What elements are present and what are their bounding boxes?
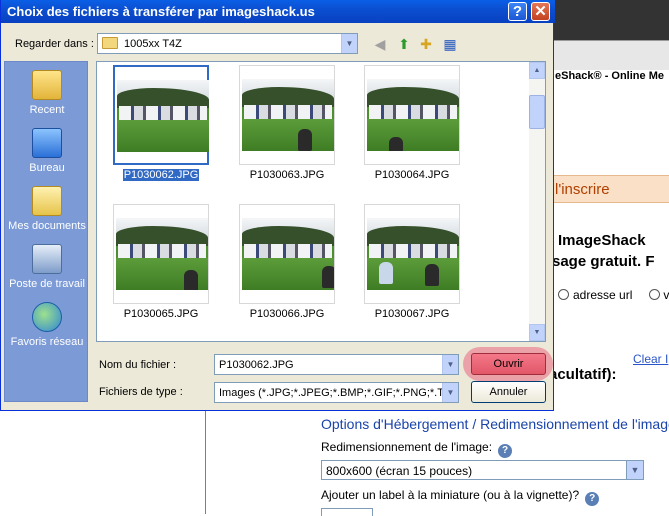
radio-button[interactable] — [558, 289, 569, 300]
folder-icon — [102, 37, 118, 49]
file-item[interactable]: P1030065.JPG — [113, 204, 209, 324]
file-name-input[interactable]: P1030062.JPG ▼ — [214, 354, 459, 375]
thumbnail-image — [364, 204, 460, 304]
page-nav-strip — [550, 40, 669, 70]
chevron-down-icon[interactable]: ▼ — [442, 383, 458, 402]
look-in-label: Regarder dans : — [15, 38, 94, 50]
question-icon[interactable]: ? — [498, 444, 513, 458]
file-name: P1030067.JPG — [374, 308, 450, 320]
vertical-scrollbar[interactable]: ▲ ▼ — [529, 62, 545, 341]
resize-select[interactable]: 800x600 (écran 15 pouces) ▼ — [321, 460, 644, 480]
file-name: P1030064.JPG — [374, 169, 450, 181]
page-heading-line1: ImageShack — [558, 232, 646, 249]
file-name: P1030063.JPG — [249, 169, 325, 181]
chevron-down-icon[interactable]: ▼ — [626, 461, 643, 479]
file-open-dialog: Choix des fichiers à transférer par imag… — [0, 0, 555, 411]
place-label: Poste de travail — [9, 278, 85, 290]
views-menu-icon[interactable]: ▦ — [441, 35, 459, 53]
file-type-value: Images (*.JPG;*.JPEG;*.BMP;*.GIF;*.PNG;*… — [219, 387, 454, 399]
dialog-title: Choix des fichiers à transférer par imag… — [7, 4, 315, 19]
my-computer-icon — [32, 244, 62, 274]
network-places-icon — [32, 302, 62, 332]
place-label: Mes documents — [8, 220, 86, 232]
file-name-label: Nom du fichier : — [99, 359, 177, 371]
desktop-icon — [32, 128, 62, 158]
radio-url-label: adresse url — [573, 288, 633, 302]
file-name: P1030065.JPG — [123, 308, 199, 320]
chevron-down-icon[interactable]: ▼ — [442, 355, 458, 374]
thumbnail-image — [113, 65, 209, 165]
thumbnail-image — [113, 204, 209, 304]
thumbnail-label-text: Ajouter un label à la miniature (ou à la… — [321, 488, 580, 502]
place-label: Recent — [29, 104, 65, 116]
page-divider — [205, 410, 206, 514]
radio-other[interactable]: v — [649, 288, 669, 302]
back-icon[interactable]: ◀ — [371, 35, 389, 53]
resize-label: Redimensionnement de l'image:? — [321, 440, 513, 458]
scroll-thumb[interactable] — [529, 95, 545, 129]
look-in-select[interactable]: 1005xx T4Z ▼ — [97, 33, 358, 54]
file-item[interactable]: P1030066.JPG — [239, 204, 335, 324]
help-button[interactable]: ? — [508, 2, 527, 21]
look-in-value: 1005xx T4Z — [124, 38, 182, 50]
file-name: P1030062.JPG — [122, 169, 200, 181]
close-button[interactable]: ✕ — [531, 2, 550, 21]
optional-label: acultatif): — [549, 366, 617, 383]
file-list: P1030062.JPG P1030063.JPG P1030064.JPG P… — [96, 61, 546, 342]
file-type-label: Fichiers de type : — [99, 386, 183, 398]
clear-link[interactable]: Clear I — [633, 352, 668, 366]
up-folder-icon[interactable]: ⬆ — [395, 35, 413, 53]
cancel-button[interactable]: Annuler — [471, 381, 546, 403]
thumbnail-select[interactable] — [321, 508, 373, 516]
question-icon[interactable]: ? — [585, 492, 600, 506]
radio-other-label: v — [663, 288, 669, 302]
places-bar: Recent Bureau Mes documents Poste de tra… — [4, 61, 88, 402]
resize-label-text: Redimensionnement de l'image: — [321, 440, 493, 454]
options-heading: Options d'Hébergement / Redimensionnemen… — [321, 416, 669, 432]
page-header-strip — [550, 0, 669, 40]
page-heading-line2: sage gratuit. F — [552, 253, 655, 270]
scroll-down-icon[interactable]: ▼ — [529, 324, 545, 341]
radio-url[interactable]: adresse url — [558, 288, 632, 302]
place-network[interactable]: Favoris réseau — [5, 302, 89, 348]
file-item[interactable]: P1030063.JPG — [239, 65, 335, 185]
signup-link[interactable]: l'inscrire — [555, 181, 610, 198]
file-name-value: P1030062.JPG — [219, 359, 294, 371]
open-button[interactable]: Ouvrir — [471, 353, 546, 375]
my-documents-icon — [32, 186, 62, 216]
place-my-documents[interactable]: Mes documents — [5, 186, 89, 232]
place-label: Favoris réseau — [10, 336, 84, 348]
dialog-titlebar[interactable]: Choix des fichiers à transférer par imag… — [1, 0, 555, 23]
place-label: Bureau — [29, 162, 65, 174]
file-type-select[interactable]: Images (*.JPG;*.JPEG;*.BMP;*.GIF;*.PNG;*… — [214, 382, 459, 403]
chevron-down-icon[interactable]: ▼ — [341, 34, 357, 53]
radio-button[interactable] — [649, 289, 660, 300]
file-item[interactable]: P1030067.JPG — [364, 204, 460, 324]
place-recent[interactable]: Recent — [5, 70, 89, 116]
resize-select-value: 800x600 (écran 15 pouces) — [326, 464, 473, 478]
place-desktop[interactable]: Bureau — [5, 128, 89, 174]
thumbnail-image — [239, 204, 335, 304]
thumbnail-image — [364, 65, 460, 165]
place-my-computer[interactable]: Poste de travail — [5, 244, 89, 290]
thumbnail-label: Ajouter un label à la miniature (ou à la… — [321, 488, 600, 506]
page-header-title: eShack® - Online Me — [555, 70, 664, 82]
new-folder-icon[interactable]: ✚ — [417, 35, 435, 53]
thumbnail-image — [239, 65, 335, 165]
file-item[interactable]: P1030064.JPG — [364, 65, 460, 185]
scroll-up-icon[interactable]: ▲ — [529, 62, 545, 79]
file-name: P1030066.JPG — [249, 308, 325, 320]
recent-folder-icon — [32, 70, 62, 100]
file-item[interactable]: P1030062.JPG — [113, 65, 209, 185]
